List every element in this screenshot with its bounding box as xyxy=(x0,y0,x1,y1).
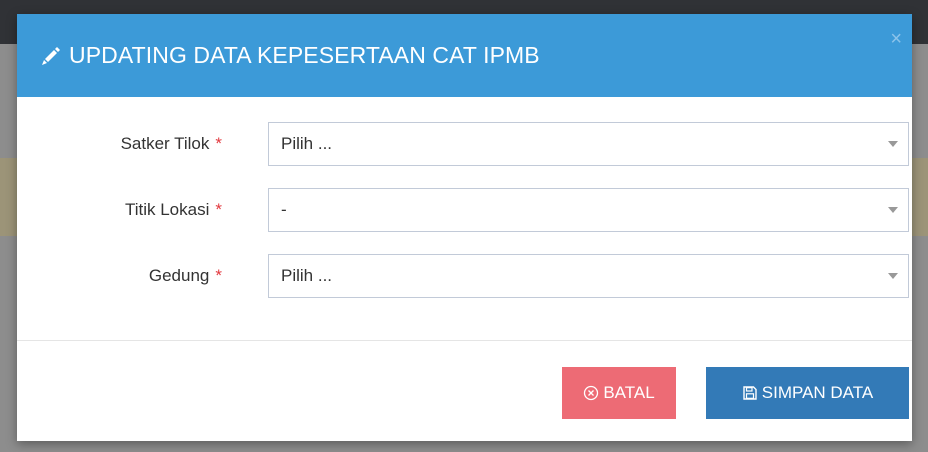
close-button[interactable]: × xyxy=(890,29,902,49)
gedung-select[interactable]: Pilih ... xyxy=(268,254,909,298)
cancel-button-label: BATAL xyxy=(603,383,655,402)
titik-lokasi-select[interactable]: - xyxy=(268,188,909,232)
save-button[interactable]: SIMPAN DATA xyxy=(706,367,909,419)
update-modal: UPDATING DATA KEPESERTAAN CAT IPMB × Sat… xyxy=(17,14,912,441)
caret-down-icon xyxy=(888,141,898,147)
save-button-label: SIMPAN DATA xyxy=(761,383,874,402)
footer-divider xyxy=(17,340,912,341)
modal-title: UPDATING DATA KEPESERTAAN CAT IPMB xyxy=(41,14,540,97)
cancel-button[interactable]: BATAL xyxy=(562,367,676,419)
form-row-gedung: Gedung * Pilih ... xyxy=(17,254,912,298)
satker-tilok-select[interactable]: Pilih ... xyxy=(268,122,909,166)
floppy-disk-icon xyxy=(742,385,758,401)
modal-title-text: UPDATING DATA KEPESERTAAN CAT IPMB xyxy=(69,42,540,68)
modal-header: UPDATING DATA KEPESERTAAN CAT IPMB × xyxy=(17,14,912,97)
caret-down-icon xyxy=(888,273,898,279)
pencil-icon xyxy=(41,46,61,66)
field-label: Titik Lokasi * xyxy=(17,188,222,232)
field-label-text: Gedung xyxy=(148,266,210,285)
required-marker: * xyxy=(215,266,222,285)
select-value: Pilih ... xyxy=(281,134,333,153)
field-label-text: Satker Tilok xyxy=(120,134,210,153)
caret-down-icon xyxy=(888,207,898,213)
required-marker: * xyxy=(215,200,222,219)
circle-x-icon xyxy=(583,385,599,401)
form-row-satker-tilok: Satker Tilok * Pilih ... xyxy=(17,122,912,166)
field-label: Satker Tilok * xyxy=(17,122,222,166)
form-row-titik-lokasi: Titik Lokasi * - xyxy=(17,188,912,232)
page-backdrop[interactable]: UPDATING DATA KEPESERTAAN CAT IPMB × Sat… xyxy=(0,0,928,452)
required-marker: * xyxy=(215,134,222,153)
select-value: - xyxy=(281,200,287,219)
select-value: Pilih ... xyxy=(281,266,333,285)
field-label-text: Titik Lokasi xyxy=(124,200,210,219)
field-label: Gedung * xyxy=(17,254,222,298)
close-icon: × xyxy=(890,28,902,50)
